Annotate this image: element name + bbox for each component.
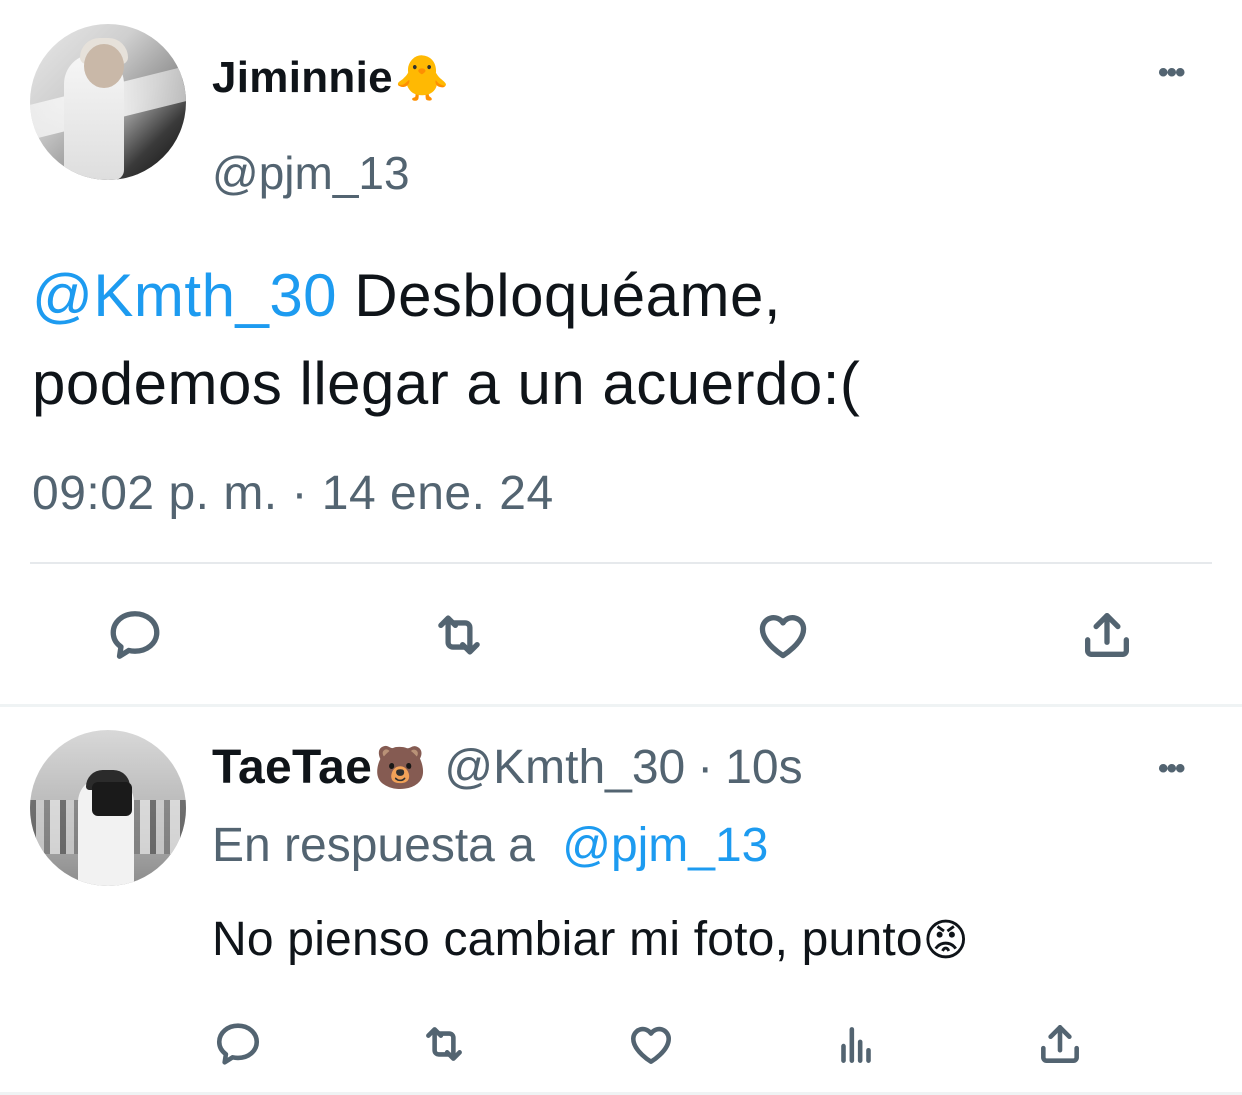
- bear-emoji: 🐻: [374, 742, 427, 792]
- author-name-text: Jiminnie: [212, 53, 393, 102]
- reply-icon[interactable]: [212, 1018, 264, 1070]
- thread-separator: [0, 704, 1242, 707]
- reply-header: TaeTae 🐻 @Kmth_30 · 10s: [212, 740, 803, 795]
- tweet-text-line1: Desbloquéame,: [337, 262, 781, 329]
- divider: [30, 562, 1212, 564]
- analytics-icon[interactable]: [830, 1018, 882, 1070]
- tweet-body: @Kmth_30 Desbloquéame, podemos llegar a …: [32, 252, 1212, 428]
- replying-to-mention[interactable]: @pjm_13: [562, 819, 768, 872]
- share-icon[interactable]: [1076, 604, 1138, 666]
- chick-emoji: 🐥: [394, 53, 450, 104]
- author-avatar[interactable]: [30, 24, 186, 180]
- reply-time-ago[interactable]: 10s: [725, 740, 802, 795]
- replying-to-label: En respuesta a: [212, 819, 535, 872]
- author-display-name[interactable]: Jiminnie 🐥: [212, 52, 450, 104]
- more-horizontal-icon[interactable]: •••: [1158, 754, 1185, 784]
- author-handle[interactable]: @pjm_13: [212, 146, 410, 200]
- mention-link[interactable]: @Kmth_30: [32, 262, 337, 329]
- tweet-text-line2: podemos llegar a un acuerdo:(: [32, 350, 861, 417]
- reply-author-handle[interactable]: @Kmth_30: [444, 740, 685, 795]
- tweet-thread-view: Jiminnie 🐥 @pjm_13 ••• @Kmth_30 Desbloqu…: [0, 0, 1242, 1095]
- reply-icon[interactable]: [104, 604, 166, 666]
- retweet-icon[interactable]: [424, 604, 494, 666]
- reply-author-name[interactable]: TaeTae: [212, 740, 372, 795]
- reply-text: No pienso cambiar mi foto, punto: [212, 913, 923, 966]
- header-separator: ·: [697, 741, 714, 794]
- reply-body: No pienso cambiar mi foto, punto😡: [212, 912, 969, 967]
- replying-to-line: En respuesta a @pjm_13: [212, 818, 768, 873]
- more-horizontal-icon[interactable]: •••: [1158, 58, 1185, 88]
- tweet-timestamp[interactable]: 09:02 p. m. · 14 ene. 24: [32, 466, 554, 521]
- like-icon[interactable]: [752, 604, 814, 666]
- like-icon[interactable]: [624, 1018, 678, 1070]
- retweet-icon[interactable]: [414, 1018, 474, 1070]
- share-icon[interactable]: [1034, 1018, 1086, 1070]
- angry-emoji: 😡: [922, 915, 969, 966]
- reply-author-avatar[interactable]: [30, 730, 186, 886]
